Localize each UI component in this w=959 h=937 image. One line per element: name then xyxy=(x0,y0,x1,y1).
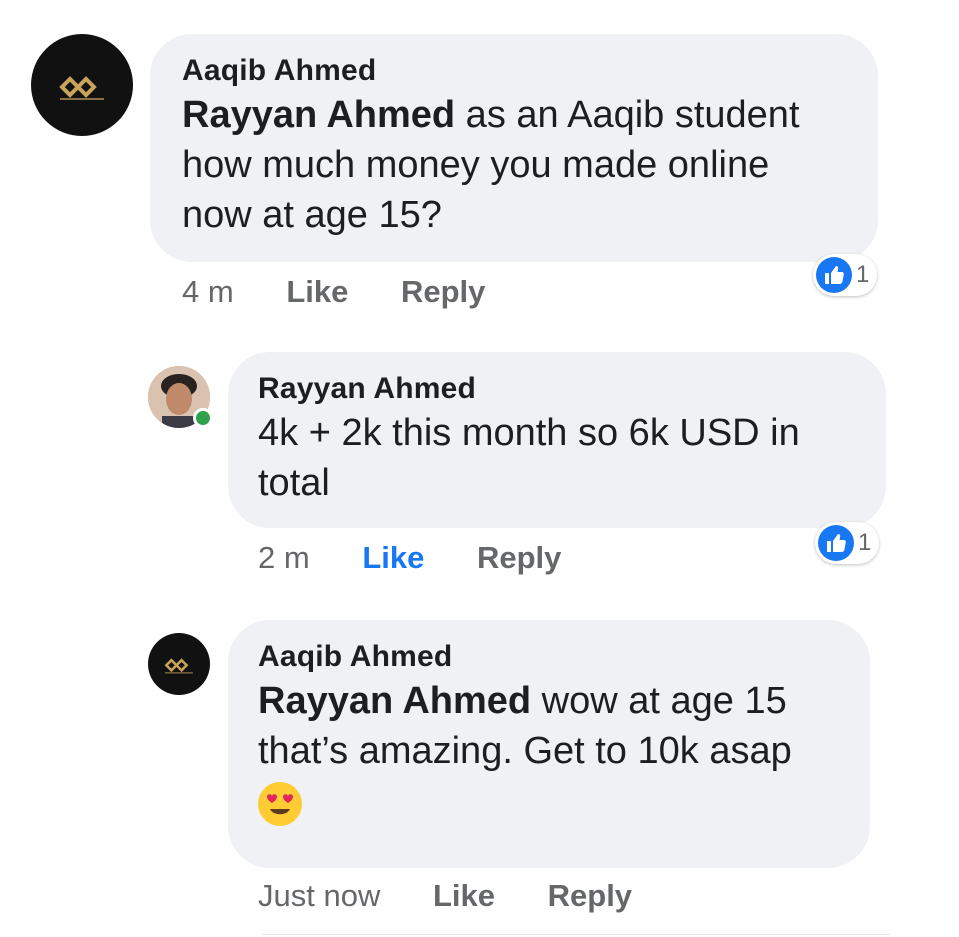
online-status-dot xyxy=(193,408,213,428)
comment-bubble: Aaqib Ahmed Rayyan Ahmed as an Aaqib stu… xyxy=(150,34,878,262)
comment-bubble: Aaqib Ahmed Rayyan Ahmed wow at age 15 t… xyxy=(228,620,870,868)
brand-logo-icon xyxy=(59,76,104,100)
avatar-aaqib[interactable] xyxy=(148,633,210,695)
reaction-count-badge[interactable]: 1 xyxy=(815,522,880,564)
comment-text: Rayyan Ahmed as an Aaqib student how muc… xyxy=(182,94,800,236)
like-button[interactable]: Like xyxy=(433,878,495,914)
reply-button[interactable]: Reply xyxy=(477,540,561,576)
reply-button[interactable]: Reply xyxy=(401,274,485,310)
reaction-count: 1 xyxy=(858,529,872,556)
heart-eyes-emoji-icon xyxy=(258,782,302,826)
reaction-count-badge[interactable]: 1 xyxy=(813,254,878,296)
comment-text: Rayyan Ahmed wow at age 15 that’s amazin… xyxy=(258,676,840,839)
comment-actions: 2 m Like Reply xyxy=(258,540,561,576)
comment-bubble: Rayyan Ahmed 4k + 2k this month so 6k US… xyxy=(228,352,886,528)
comment-actions: 4 m Like Reply xyxy=(182,274,485,310)
thumbs-up-icon xyxy=(816,257,852,293)
brand-logo-icon xyxy=(164,658,193,674)
comment-timestamp[interactable]: 2 m xyxy=(258,540,310,576)
mention-link[interactable]: Rayyan Ahmed xyxy=(258,680,531,722)
comment-author[interactable]: Rayyan Ahmed xyxy=(258,372,856,406)
avatar-aaqib[interactable] xyxy=(31,34,133,136)
comment-timestamp[interactable]: Just now xyxy=(258,878,380,914)
like-button[interactable]: Like xyxy=(286,274,348,310)
reaction-count: 1 xyxy=(856,261,870,288)
comment-text: 4k + 2k this month so 6k USD in total xyxy=(258,412,800,504)
mention-link[interactable]: Rayyan Ahmed xyxy=(182,94,455,136)
like-button[interactable]: Like xyxy=(362,540,424,576)
comment-author[interactable]: Aaqib Ahmed xyxy=(182,54,846,88)
comment-timestamp[interactable]: 4 m xyxy=(182,274,234,310)
comment-actions: Just now Like Reply xyxy=(258,878,632,914)
reply-button[interactable]: Reply xyxy=(548,878,632,914)
thumbs-up-icon xyxy=(818,525,854,561)
comment-author[interactable]: Aaqib Ahmed xyxy=(258,640,840,674)
divider xyxy=(262,934,890,935)
